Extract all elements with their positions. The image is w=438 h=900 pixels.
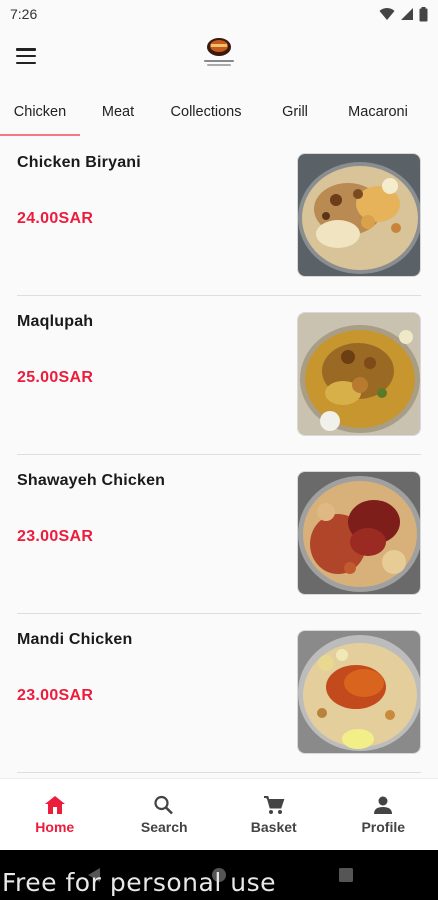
product-name: Maqlupah bbox=[17, 313, 94, 330]
product-list: Chicken Biryani 24.00SAR Maqlupah 25.00S… bbox=[0, 137, 438, 777]
recents-icon[interactable] bbox=[338, 867, 354, 883]
menu-icon-line bbox=[16, 54, 36, 58]
home-icon bbox=[44, 795, 65, 814]
battery-icon bbox=[419, 6, 428, 21]
app-bar bbox=[0, 28, 438, 86]
nav-profile[interactable]: Profile bbox=[329, 779, 438, 850]
product-price: 25.00SAR bbox=[17, 369, 94, 386]
nav-basket[interactable]: Basket bbox=[219, 779, 329, 850]
status-icons bbox=[379, 6, 428, 22]
tab-label: Meat bbox=[101, 104, 135, 120]
product-image bbox=[297, 153, 421, 277]
tab-label: Macaroni bbox=[348, 104, 408, 120]
tab-chicken[interactable]: Chicken bbox=[0, 88, 80, 136]
status-bar: 7:26 bbox=[0, 0, 438, 28]
product-image bbox=[297, 630, 421, 754]
nav-label: Home bbox=[35, 818, 75, 835]
category-tabs: Chicken Meat Collections Grill Macaroni bbox=[0, 88, 438, 136]
nav-home[interactable]: Home bbox=[0, 779, 110, 850]
product-price: 24.00SAR bbox=[17, 210, 94, 227]
tab-label: Grill bbox=[282, 104, 308, 120]
signal-icon bbox=[401, 8, 413, 20]
nav-label: Profile bbox=[361, 818, 406, 835]
bottom-navigation: Home Search Basket Profile bbox=[0, 778, 438, 850]
product-item[interactable]: Mandi Chicken 23.00SAR bbox=[17, 614, 421, 773]
brand-logo bbox=[204, 38, 234, 66]
tab-label: Collections bbox=[170, 104, 242, 120]
product-name: Mandi Chicken bbox=[17, 631, 133, 648]
cart-icon bbox=[263, 795, 285, 814]
menu-icon-line bbox=[16, 61, 36, 64]
product-item[interactable]: Maqlupah 25.00SAR bbox=[17, 296, 421, 455]
product-image bbox=[297, 312, 421, 436]
tab-label: Chicken bbox=[13, 104, 67, 120]
wifi-icon bbox=[379, 8, 395, 20]
tab-macaroni[interactable]: Macaroni bbox=[334, 88, 422, 136]
tab-grill[interactable]: Grill bbox=[256, 88, 334, 136]
product-item[interactable]: Shawayeh Chicken 23.00SAR bbox=[17, 455, 421, 614]
search-icon bbox=[154, 795, 174, 814]
tab-collections[interactable]: Collections bbox=[156, 88, 256, 136]
product-price: 23.00SAR bbox=[17, 687, 94, 704]
status-time: 7:26 bbox=[10, 6, 38, 22]
person-icon bbox=[374, 796, 393, 814]
nav-label: Basket bbox=[250, 818, 297, 835]
nav-label: Search bbox=[140, 818, 188, 835]
tab-meat[interactable]: Meat bbox=[80, 88, 156, 136]
product-name: Chicken Biryani bbox=[17, 154, 141, 171]
product-price: 23.00SAR bbox=[17, 528, 94, 545]
menu-button[interactable] bbox=[14, 45, 38, 67]
product-item[interactable]: Chicken Biryani 24.00SAR bbox=[17, 137, 421, 296]
menu-icon-line bbox=[16, 48, 36, 51]
nav-search[interactable]: Search bbox=[110, 779, 220, 850]
product-image bbox=[297, 471, 421, 595]
watermark-text: Free for personal use bbox=[2, 868, 276, 897]
product-name: Shawayeh Chicken bbox=[17, 472, 166, 489]
